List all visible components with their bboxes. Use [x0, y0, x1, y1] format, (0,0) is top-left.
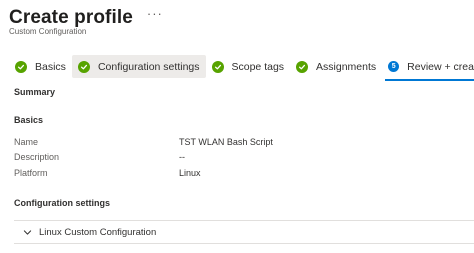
tab-configuration-settings[interactable]: Configuration settings — [71, 55, 206, 78]
tab-basics[interactable]: Basics — [9, 55, 72, 78]
tab-label: Configuration settings — [97, 60, 200, 73]
step-number-badge: 5 — [388, 61, 400, 72]
basics-row-name: Name TST WLAN Bash Script — [14, 137, 314, 149]
configuration-settings-heading: Configuration settings — [14, 198, 110, 208]
page-title: Create profile — [9, 7, 133, 28]
tab-review-create[interactable]: 5 Review + create — [382, 55, 474, 81]
field-label: Description — [14, 152, 60, 162]
more-options-button[interactable]: ··· — [147, 7, 163, 20]
tab-scope-tags[interactable]: Scope tags — [206, 55, 291, 78]
tab-label: Assignments — [316, 60, 377, 73]
wizard-steps: Basics Configuration settings Scope tags… — [9, 55, 474, 81]
field-label: Name — [14, 137, 39, 147]
field-value: -- — [179, 152, 185, 162]
check-circle-icon — [77, 60, 90, 73]
check-circle-icon — [296, 60, 309, 73]
tab-label: Scope tags — [231, 60, 285, 73]
field-value: TST WLAN Bash Script — [179, 137, 273, 147]
basics-row-description: Description -- — [14, 152, 314, 164]
page-subtitle: Custom Configuration — [9, 27, 87, 36]
accordion-label: Linux Custom Configuration — [39, 226, 157, 238]
tab-label: Basics — [35, 60, 66, 73]
tab-assignments[interactable]: Assignments — [290, 55, 382, 78]
accordion-linux-custom-configuration[interactable]: Linux Custom Configuration — [14, 220, 474, 244]
field-label: Platform — [14, 168, 48, 178]
tab-label: Review + create — [407, 60, 474, 73]
basics-heading: Basics — [14, 115, 44, 125]
check-circle-icon — [211, 60, 224, 73]
summary-heading: Summary — [14, 87, 56, 97]
check-circle-icon — [15, 60, 27, 73]
chevron-down-icon — [22, 227, 32, 237]
basics-row-platform: Platform Linux — [14, 168, 314, 180]
field-value: Linux — [179, 168, 201, 178]
